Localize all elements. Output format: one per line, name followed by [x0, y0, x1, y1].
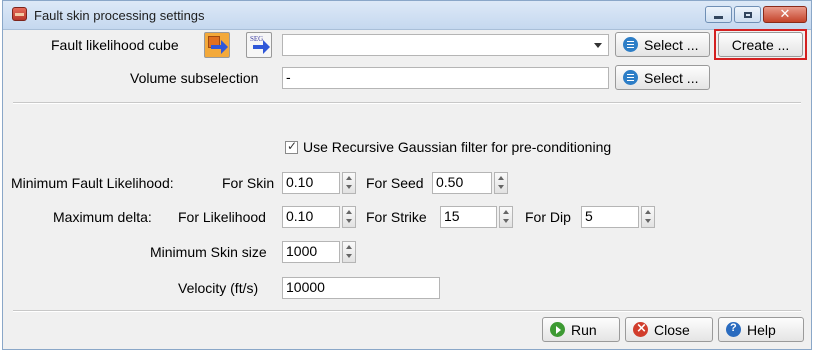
- seed-likelihood-input[interactable]: 0.50: [432, 172, 492, 194]
- delta-likelihood-input[interactable]: 0.10: [282, 206, 340, 228]
- min-likelihood-label: Minimum Fault Likelihood:: [11, 175, 174, 191]
- velocity-label: Velocity (ft/s): [178, 280, 259, 296]
- import-volume-icon[interactable]: [204, 32, 230, 58]
- input-select-label: Select ...: [644, 36, 699, 53]
- velocity-input[interactable]: 10000: [282, 277, 440, 299]
- for-dip-label: For Dip: [525, 209, 571, 225]
- input-cube-label: Fault likelihood cube: [51, 37, 179, 53]
- list-icon: [623, 37, 638, 52]
- close-label: Close: [654, 321, 690, 338]
- skin-size-input[interactable]: 1000: [282, 241, 340, 263]
- seg-import-icon[interactable]: [246, 32, 272, 58]
- for-strike-label: For Strike: [366, 209, 427, 225]
- delta-likelihood-stepper[interactable]: [342, 206, 356, 228]
- gaussian-checkbox[interactable]: [285, 139, 298, 154]
- help-label: Help: [747, 321, 776, 338]
- seed-likelihood-stepper[interactable]: [494, 172, 508, 194]
- max-delta-label: Maximum delta:: [53, 209, 152, 225]
- footer-divider: [13, 310, 801, 312]
- help-icon: [726, 322, 741, 337]
- chevron-down-icon: [594, 43, 602, 48]
- create-button[interactable]: Create ...: [718, 32, 803, 57]
- delta-strike-input[interactable]: 15: [440, 206, 497, 228]
- skin-likelihood-input[interactable]: 0.10: [282, 172, 340, 194]
- dialog-window: Fault skin processing settings ✕ Fault l…: [2, 0, 812, 350]
- help-button[interactable]: Help: [718, 317, 804, 342]
- subselection-select-button[interactable]: Select ...: [615, 65, 710, 90]
- close-icon: ✕: [779, 7, 791, 22]
- for-likelihood-label: For Likelihood: [178, 209, 266, 225]
- delta-strike-stepper[interactable]: [499, 206, 513, 228]
- skin-likelihood-stepper[interactable]: [342, 172, 356, 194]
- divider: [13, 102, 801, 104]
- for-skin-label: For Skin: [222, 175, 275, 191]
- input-select-button[interactable]: Select ...: [615, 32, 710, 57]
- skin-size-label: Minimum Skin size: [150, 244, 267, 260]
- subselection-select-label: Select ...: [644, 69, 699, 86]
- title-bar[interactable]: Fault skin processing settings ✕: [3, 1, 811, 30]
- minimize-icon: [714, 16, 723, 19]
- maximize-button[interactable]: [734, 6, 761, 23]
- for-seed-label: For Seed: [366, 175, 424, 191]
- run-label: Run: [571, 321, 597, 338]
- window-title: Fault skin processing settings: [34, 8, 205, 23]
- create-label: Create ...: [731, 36, 790, 53]
- delta-dip-stepper[interactable]: [641, 206, 655, 228]
- gaussian-label: Use Recursive Gaussian filter for pre-co…: [303, 139, 612, 155]
- close-button[interactable]: Close: [625, 317, 713, 342]
- skin-size-stepper[interactable]: [342, 241, 356, 263]
- minimize-button[interactable]: [705, 6, 732, 23]
- input-cube-combo[interactable]: [282, 34, 609, 56]
- list-icon: [623, 70, 638, 85]
- run-icon: [550, 322, 565, 337]
- window-close-button[interactable]: ✕: [763, 6, 807, 23]
- subselection-label: Volume subselection: [130, 70, 259, 86]
- maximize-icon: [743, 11, 752, 18]
- close-icon: [633, 321, 648, 337]
- app-icon: [12, 7, 27, 21]
- subselection-field[interactable]: -: [282, 67, 609, 89]
- run-button[interactable]: Run: [542, 317, 620, 342]
- delta-dip-input[interactable]: 5: [581, 206, 639, 228]
